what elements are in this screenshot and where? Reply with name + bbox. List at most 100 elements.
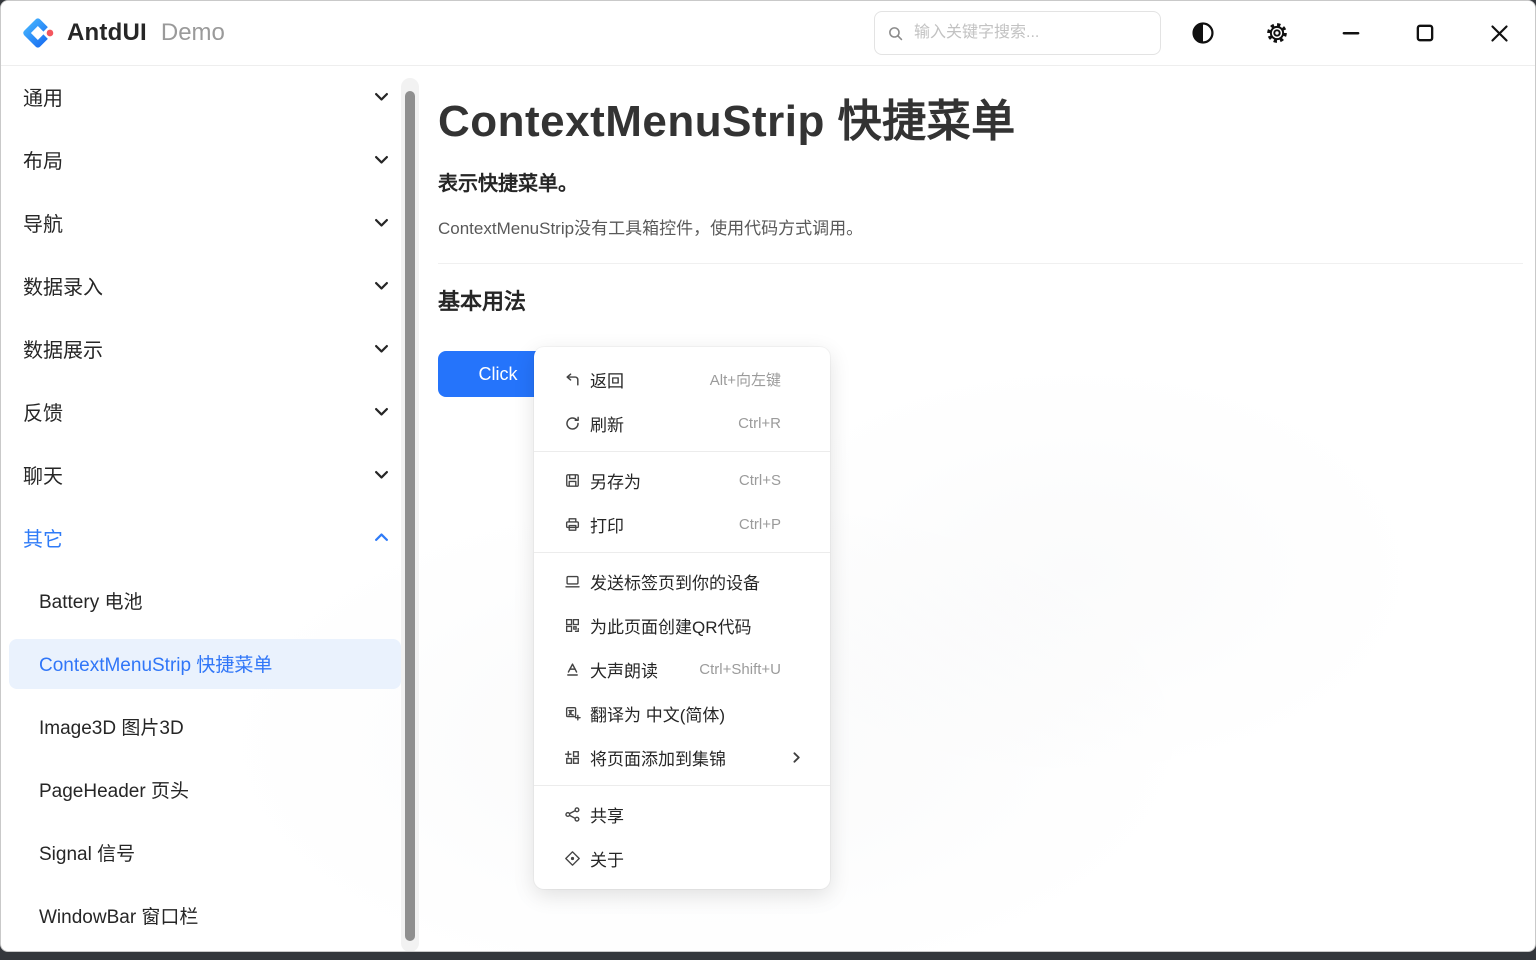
refresh-icon: [563, 415, 581, 432]
sidebar-item-inner: Signal 信号: [9, 828, 401, 878]
sidebar-item-label: WindowBar 窗口栏: [39, 902, 198, 929]
menu-item[interactable]: 返回 Alt+向左键: [534, 357, 830, 401]
sidebar-group[interactable]: 通用: [1, 65, 401, 128]
sidebar-item-label: Signal 信号: [39, 839, 135, 866]
menu-item[interactable]: 打印 Ctrl+P: [534, 502, 830, 546]
sidebar-item-label: Image3D 图片3D: [39, 713, 184, 740]
section-title: 基本用法: [438, 284, 1535, 316]
sidebar-item[interactable]: Signal 信号: [1, 821, 401, 884]
sidebar-item-label: Battery 电池: [39, 587, 142, 614]
send-to-device-icon: [563, 573, 581, 590]
maximize-icon[interactable]: [1405, 13, 1445, 53]
menu-item[interactable]: 大声朗读 Ctrl+Shift+U: [534, 647, 830, 691]
menu-item-label: 共享: [590, 802, 624, 827]
search-box[interactable]: [874, 11, 1161, 55]
sidebar-item[interactable]: PageHeader 页头: [1, 758, 401, 821]
back-icon: [563, 371, 581, 388]
title-bar: AntdUI Demo: [1, 1, 1535, 66]
sidebar-group[interactable]: 布局: [1, 128, 401, 191]
sidebar-group[interactable]: 数据录入: [1, 254, 401, 317]
menu-item[interactable]: 为此页面创建QR代码: [534, 603, 830, 647]
sidebar-item-label: 反馈: [23, 397, 63, 426]
chevron-up-icon: [371, 528, 391, 548]
sidebar-scrollbar-thumb[interactable]: [405, 91, 415, 941]
chevron-down-icon: [371, 339, 391, 359]
chevron-right-icon: [788, 749, 804, 765]
antdui-logo-icon: [23, 18, 55, 48]
menu-item[interactable]: 发送标签页到你的设备: [534, 559, 830, 603]
close-icon[interactable]: [1479, 13, 1519, 53]
sidebar-item-label: 聊天: [23, 460, 63, 489]
menu-item-shortcut: Ctrl+Shift+U: [699, 661, 781, 678]
chevron-down-icon: [371, 465, 391, 485]
menu-item-label: 打印: [590, 512, 624, 537]
menu-item-label: 另存为: [590, 468, 641, 493]
chevron-down-icon: [371, 402, 391, 422]
sidebar-item[interactable]: Image3D 图片3D: [1, 695, 401, 758]
app-subtitle: Demo: [161, 19, 225, 47]
sidebar-item-label: 其它: [23, 523, 63, 552]
sidebar-group[interactable]: 其它: [1, 506, 401, 569]
sidebar-item[interactable]: WindowBar 窗口栏: [1, 884, 401, 947]
page-subtitle: 表示快捷菜单。: [438, 167, 1535, 196]
menu-separator: [534, 451, 830, 452]
section-divider: [438, 263, 1523, 264]
menu-item[interactable]: 将页面添加到集锦: [534, 735, 830, 779]
sidebar-scrollbar-track[interactable]: [401, 78, 419, 952]
menu-item[interactable]: 另存为 Ctrl+S: [534, 458, 830, 502]
menu-item-label: 将页面添加到集锦: [590, 745, 726, 770]
search-input[interactable]: [912, 23, 1148, 43]
sidebar-item-label: ContextMenuStrip 快捷菜单: [39, 650, 272, 677]
read-aloud-icon: [563, 661, 581, 678]
chevron-down-icon: [371, 276, 391, 296]
sidebar-item[interactable]: ContextMenuStrip 快捷菜单: [1, 632, 401, 695]
qr-code-icon: [563, 617, 581, 634]
sidebar-item-label: 数据录入: [23, 271, 103, 300]
sidebar-group[interactable]: 导航: [1, 191, 401, 254]
search-icon: [887, 25, 904, 42]
menu-item-shortcut: Alt+向左键: [710, 369, 781, 390]
menu-item-shortcut: Ctrl+R: [738, 415, 781, 432]
sidebar-item-label: 通用: [23, 82, 63, 111]
chevron-down-icon: [371, 87, 391, 107]
context-menu: 返回 Alt+向左键刷新 Ctrl+R 另存为 Ctrl+S 打印 Ctrl+P 发送标签页到…: [534, 347, 830, 889]
app-window: AntdUI Demo: [0, 0, 1536, 952]
sidebar-group[interactable]: 数据展示: [1, 317, 401, 380]
menu-item[interactable]: 刷新 Ctrl+R: [534, 401, 830, 445]
page-title: ContextMenuStrip 快捷菜单: [438, 85, 1535, 149]
print-icon: [563, 516, 581, 533]
collections-icon: [563, 749, 581, 766]
page-description: ContextMenuStrip没有工具箱控件，使用代码方式调用。: [438, 214, 1535, 239]
menu-item-label: 返回: [590, 367, 624, 392]
menu-item-shortcut: Ctrl+P: [739, 516, 781, 533]
theme-contrast-icon[interactable]: [1183, 13, 1223, 53]
menu-item-shortcut: Ctrl+S: [739, 472, 781, 489]
menu-item[interactable]: 翻译为 中文(简体): [534, 691, 830, 735]
sidebar-item-inner: ContextMenuStrip 快捷菜单: [9, 639, 401, 689]
save-icon: [563, 472, 581, 489]
sidebar-item-label: 布局: [23, 145, 63, 174]
sidebar-item-inner: WindowBar 窗口栏: [9, 891, 401, 941]
menu-item[interactable]: 共享: [534, 792, 830, 836]
chevron-down-icon: [371, 213, 391, 233]
gear-icon[interactable]: [1257, 13, 1297, 53]
sidebar-item-label: 导航: [23, 208, 63, 237]
menu-item[interactable]: 关于: [534, 836, 830, 880]
minimize-icon[interactable]: [1331, 13, 1371, 53]
sidebar-item[interactable]: Battery 电池: [1, 569, 401, 632]
about-icon: [563, 850, 581, 867]
menu-item-label: 大声朗读: [590, 657, 658, 682]
share-icon: [563, 806, 581, 823]
sidebar-group[interactable]: 反馈: [1, 380, 401, 443]
app-title: AntdUI: [67, 19, 147, 47]
sidebar-group[interactable]: 聊天: [1, 443, 401, 506]
menu-separator: [534, 785, 830, 786]
menu-separator: [534, 552, 830, 553]
sidebar-item-inner: Image3D 图片3D: [9, 702, 401, 752]
menu-item-label: 发送标签页到你的设备: [590, 569, 760, 594]
menu-item-label: 刷新: [590, 411, 624, 436]
menu-item-label: 翻译为 中文(简体): [590, 701, 725, 726]
sidebar-item-label: 数据展示: [23, 334, 103, 363]
sidebar-item-inner: PageHeader 页头: [9, 765, 401, 815]
sidebar-item-inner: Battery 电池: [9, 576, 401, 626]
